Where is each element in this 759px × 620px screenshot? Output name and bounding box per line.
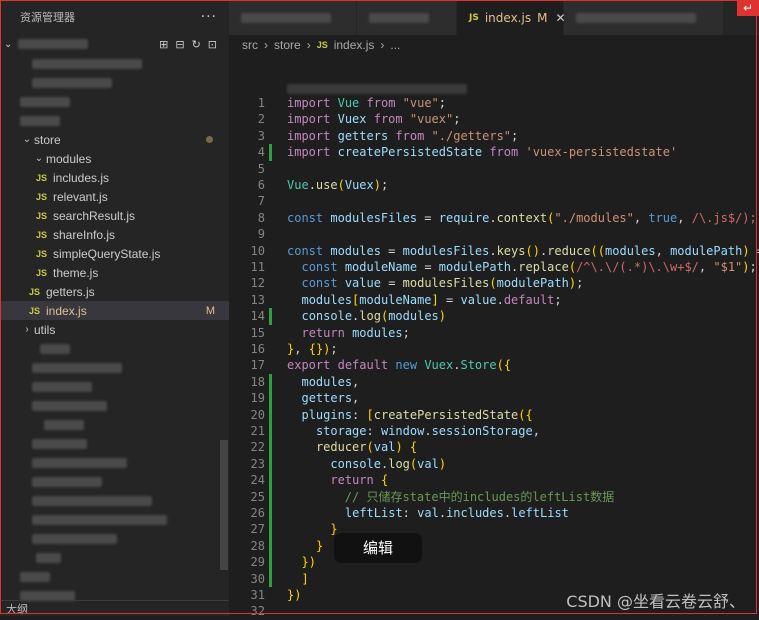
window-frame	[0, 0, 757, 614]
return-icon[interactable]: ↵	[737, 0, 759, 16]
